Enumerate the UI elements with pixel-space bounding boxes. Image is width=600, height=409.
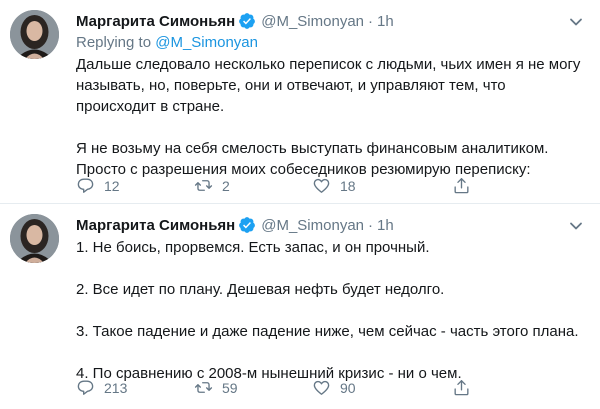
share-icon bbox=[454, 380, 469, 396]
tweet-content: Маргарита Симоньян @M_Simonyan · 1h Repl… bbox=[76, 10, 586, 180]
caret-down-icon[interactable] bbox=[568, 218, 584, 234]
retweet-count: 59 bbox=[222, 379, 238, 396]
separator-dot: · bbox=[368, 12, 374, 30]
reply-icon bbox=[77, 380, 94, 395]
retweet-icon bbox=[194, 382, 213, 393]
verified-badge-icon bbox=[238, 12, 256, 30]
retweet-count: 2 bbox=[222, 177, 230, 194]
caret-down-icon[interactable] bbox=[568, 14, 584, 30]
tweet-actions: 213 59 90 bbox=[76, 378, 586, 397]
avatar-image bbox=[10, 214, 59, 263]
share-button[interactable] bbox=[452, 378, 471, 397]
reply-count: 12 bbox=[104, 177, 120, 194]
reply-icon bbox=[77, 178, 94, 193]
like-count: 18 bbox=[340, 177, 356, 194]
tweet[interactable]: Маргарита Симоньян @M_Simonyan · 1h Repl… bbox=[0, 0, 600, 204]
tweet-timestamp[interactable]: 1h bbox=[377, 13, 394, 30]
retweet-icon bbox=[194, 180, 213, 191]
retweet-button[interactable]: 59 bbox=[194, 378, 312, 397]
avatar-image bbox=[10, 10, 59, 59]
like-button[interactable]: 18 bbox=[312, 176, 430, 195]
like-button[interactable]: 90 bbox=[312, 378, 430, 397]
tweet-timestamp[interactable]: 1h bbox=[377, 217, 394, 234]
avatar[interactable] bbox=[10, 214, 59, 263]
tweet-text: 1. Не боись, прорвемся. Есть запас, и он… bbox=[76, 239, 579, 382]
retweet-button[interactable]: 2 bbox=[194, 176, 312, 195]
like-icon bbox=[313, 178, 330, 193]
replying-to-label: Replying to bbox=[76, 34, 152, 51]
tweet-header: Маргарита Симоньян @M_Simonyan · 1h bbox=[76, 10, 586, 32]
author-handle[interactable]: @M_Simonyan bbox=[261, 217, 364, 234]
verified-badge-icon bbox=[238, 216, 256, 234]
author-handle[interactable]: @M_Simonyan bbox=[261, 13, 364, 30]
tweet-content: Маргарита Симоньян @M_Simonyan · 1h 1. Н… bbox=[76, 214, 586, 384]
tweet-header: Маргарита Симоньян @M_Simonyan · 1h bbox=[76, 214, 586, 236]
separator-dot: · bbox=[368, 216, 374, 234]
tweet[interactable]: Маргарита Симоньян @M_Simonyan · 1h 1. Н… bbox=[0, 204, 600, 409]
reply-count: 213 bbox=[104, 379, 128, 396]
replying-to-line: Replying to @M_Simonyan bbox=[76, 33, 586, 53]
tweet-text: Дальше следовало несколько переписок с л… bbox=[76, 56, 581, 178]
replying-to-link[interactable]: @M_Simonyan bbox=[155, 34, 258, 51]
share-icon bbox=[454, 178, 469, 194]
author-name[interactable]: Маргарита Симоньян bbox=[76, 217, 235, 234]
avatar[interactable] bbox=[10, 10, 59, 59]
like-icon bbox=[313, 380, 330, 395]
author-name[interactable]: Маргарита Симоньян bbox=[76, 13, 235, 30]
reply-button[interactable]: 12 bbox=[76, 176, 194, 195]
tweet-thread: Маргарита Симоньян @M_Simonyan · 1h Repl… bbox=[0, 0, 600, 409]
tweet-actions: 12 2 18 bbox=[76, 176, 586, 195]
like-count: 90 bbox=[340, 379, 356, 396]
reply-button[interactable]: 213 bbox=[76, 378, 194, 397]
share-button[interactable] bbox=[452, 176, 471, 195]
